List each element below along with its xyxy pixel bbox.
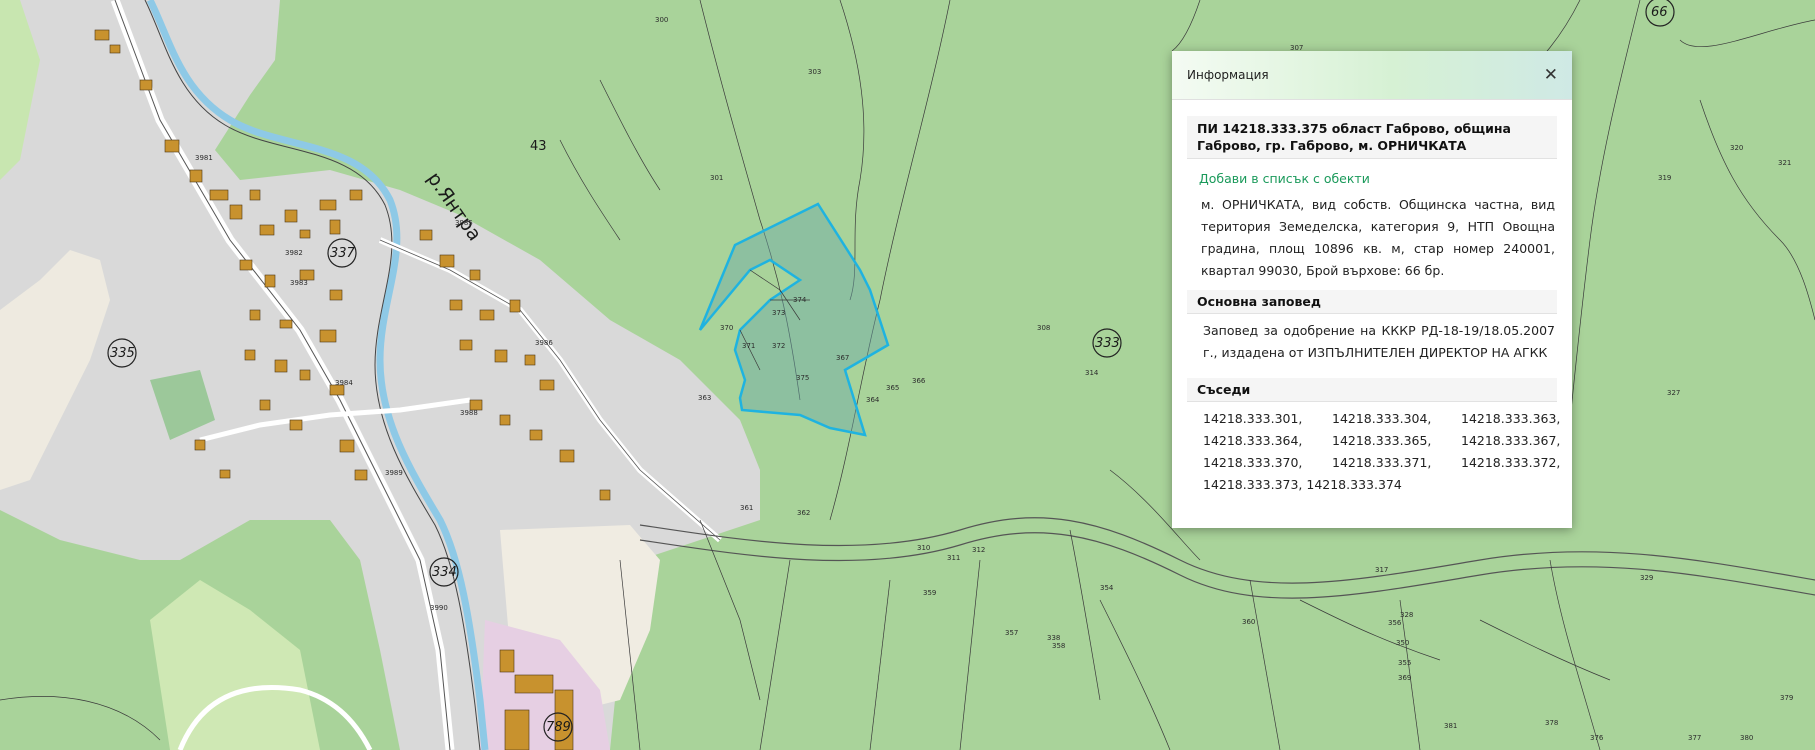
svg-text:312: 312 — [972, 546, 985, 554]
svg-text:378: 378 — [1545, 719, 1558, 727]
neighbor-item: 14218.333.304, — [1332, 411, 1432, 426]
svg-text:355: 355 — [1398, 659, 1411, 667]
svg-text:363: 363 — [698, 394, 711, 402]
svg-text:350: 350 — [1396, 639, 1409, 647]
svg-text:327: 327 — [1667, 389, 1680, 397]
svg-text:360: 360 — [1242, 618, 1255, 626]
svg-text:374: 374 — [793, 296, 807, 304]
svg-text:364: 364 — [866, 396, 880, 404]
svg-text:3982: 3982 — [285, 249, 303, 257]
svg-text:338: 338 — [1047, 634, 1060, 642]
svg-text:43: 43 — [530, 139, 547, 154]
parcel-description: м. ОРНИЧКАТА, вид собств. Общинска частн… — [1201, 197, 1555, 278]
svg-text:3981: 3981 — [195, 154, 213, 162]
svg-text:303: 303 — [808, 68, 821, 76]
popup-header: Информация ✕ — [1172, 51, 1572, 100]
svg-text:354: 354 — [1100, 584, 1114, 592]
svg-text:317: 317 — [1375, 566, 1388, 574]
svg-text:379: 379 — [1780, 694, 1793, 702]
svg-text:329: 329 — [1640, 574, 1653, 582]
circle-label-789: 789 — [546, 720, 571, 735]
order-heading: Основна заповед — [1187, 290, 1557, 314]
circle-label-337: 337 — [330, 246, 356, 261]
add-to-list-link[interactable]: Добави в списък с обекти — [1187, 159, 1557, 194]
svg-text:371: 371 — [742, 342, 755, 350]
neighbor-item: 14218.333.370, — [1203, 455, 1303, 470]
svg-text:366: 366 — [912, 377, 926, 385]
neighbor-item: 14218.333.364, — [1203, 433, 1303, 448]
neighbors-list: 14218.333.301, 14218.333.304, 14218.333.… — [1187, 402, 1561, 496]
svg-text:328: 328 — [1400, 611, 1413, 619]
neighbor-item: 14218.333.372, — [1461, 455, 1561, 470]
svg-text:376: 376 — [1590, 734, 1604, 742]
svg-text:300: 300 — [655, 16, 668, 24]
svg-text:321: 321 — [1778, 159, 1791, 167]
svg-text:3990: 3990 — [430, 604, 448, 612]
svg-text:308: 308 — [1037, 324, 1050, 332]
neighbor-item: 14218.333.363, — [1461, 411, 1561, 426]
svg-text:3985: 3985 — [455, 219, 473, 227]
svg-text:380: 380 — [1740, 734, 1753, 742]
svg-text:319: 319 — [1658, 174, 1671, 182]
svg-text:362: 362 — [797, 509, 810, 517]
neighbor-item: 14218.333.371, — [1332, 455, 1432, 470]
circle-label-335: 335 — [110, 346, 135, 361]
popup-body: ПИ 14218.333.375 област Габрово, община … — [1172, 100, 1572, 496]
svg-text:310: 310 — [917, 544, 930, 552]
circle-label-334: 334 — [432, 565, 457, 580]
svg-text:373: 373 — [772, 309, 785, 317]
svg-text:3988: 3988 — [460, 409, 478, 417]
svg-text:365: 365 — [886, 384, 899, 392]
svg-text:311: 311 — [947, 554, 960, 562]
svg-text:358: 358 — [1052, 642, 1065, 650]
neighbor-item: 14218.333.367, — [1461, 433, 1561, 448]
popup-title: Информация — [1187, 68, 1269, 82]
svg-text:301: 301 — [710, 174, 723, 182]
close-icon[interactable]: ✕ — [1544, 66, 1558, 84]
neighbor-item: 14218.333.301, — [1203, 411, 1303, 426]
svg-text:3989: 3989 — [385, 469, 403, 477]
svg-text:3983: 3983 — [290, 279, 308, 287]
svg-text:357: 357 — [1005, 629, 1018, 637]
circle-label-333: 333 — [1095, 336, 1120, 351]
neighbor-item-last: 14218.333.373, 14218.333.374 — [1203, 477, 1402, 492]
svg-text:375: 375 — [796, 374, 809, 382]
order-text: Заповед за одобрение на КККР РД-18-19/18… — [1203, 323, 1555, 360]
neighbor-item: 14218.333.365, — [1332, 433, 1432, 448]
svg-text:377: 377 — [1688, 734, 1701, 742]
svg-text:370: 370 — [720, 324, 733, 332]
svg-text:320: 320 — [1730, 144, 1743, 152]
neighbors-heading: Съседи — [1187, 378, 1557, 402]
svg-text:359: 359 — [923, 589, 936, 597]
svg-text:361: 361 — [740, 504, 753, 512]
parcel-title: ПИ 14218.333.375 област Габрово, община … — [1187, 116, 1557, 159]
svg-text:369: 369 — [1398, 674, 1411, 682]
svg-text:356: 356 — [1388, 619, 1402, 627]
svg-text:381: 381 — [1444, 722, 1457, 730]
svg-text:3986: 3986 — [535, 339, 553, 347]
circle-label-66: 66 — [1651, 5, 1668, 20]
svg-text:367: 367 — [836, 354, 849, 362]
info-popup: Информация ✕ ПИ 14218.333.375 област Габ… — [1172, 51, 1572, 528]
svg-text:314: 314 — [1085, 369, 1099, 377]
svg-text:372: 372 — [772, 342, 785, 350]
svg-text:3984: 3984 — [335, 379, 353, 387]
